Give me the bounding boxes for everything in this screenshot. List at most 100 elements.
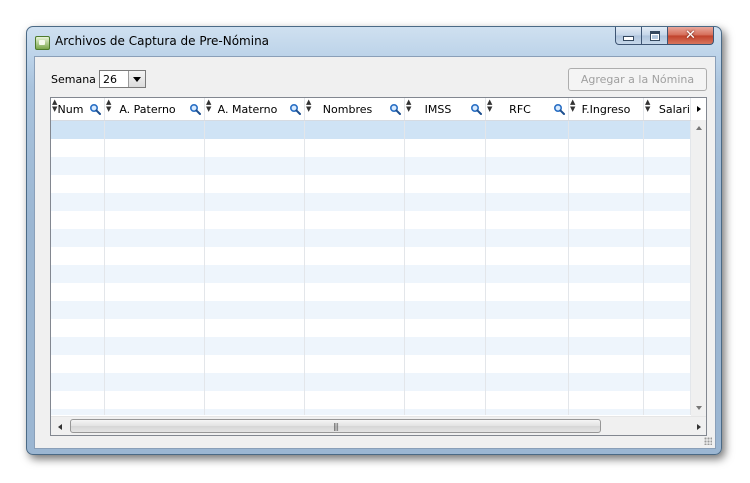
- grid-cell[interactable]: [486, 265, 569, 283]
- empty-row[interactable]: [51, 283, 691, 301]
- data-grid[interactable]: ▲ ▼ Num ▲ ▼ A. Paterno ▲ ▼ A. Materno ▲ ▼ Nombr…: [50, 97, 707, 436]
- grid-cell[interactable]: [205, 337, 305, 355]
- week-select[interactable]: 26: [99, 70, 146, 88]
- grid-cell[interactable]: [569, 139, 644, 157]
- horizontal-scrollbar[interactable]: |||: [51, 416, 706, 435]
- grid-cell[interactable]: [569, 157, 644, 175]
- grid-cell[interactable]: [569, 355, 644, 373]
- empty-row[interactable]: [51, 121, 691, 139]
- grid-cell[interactable]: [51, 157, 105, 175]
- empty-row[interactable]: [51, 157, 691, 175]
- grid-cell[interactable]: [105, 301, 205, 319]
- grid-cell[interactable]: [205, 409, 305, 415]
- grid-cell[interactable]: [486, 373, 569, 391]
- grid-cell[interactable]: [569, 265, 644, 283]
- grid-cell[interactable]: [569, 175, 644, 193]
- week-select-dropdown-button[interactable]: [128, 71, 145, 87]
- grid-cell[interactable]: [305, 283, 405, 301]
- grid-cell[interactable]: [644, 139, 691, 157]
- grid-cell[interactable]: [105, 139, 205, 157]
- column-header[interactable]: ▲ ▼ Num: [51, 98, 105, 120]
- empty-row[interactable]: [51, 409, 691, 415]
- grid-cell[interactable]: [405, 373, 486, 391]
- grid-cell[interactable]: [305, 175, 405, 193]
- grid-cell[interactable]: [569, 193, 644, 211]
- column-header[interactable]: ▲ ▼ Salari: [644, 98, 691, 120]
- close-button[interactable]: ✕: [668, 27, 714, 45]
- grid-cell[interactable]: [105, 265, 205, 283]
- grid-cell[interactable]: [405, 337, 486, 355]
- grid-cell[interactable]: [569, 283, 644, 301]
- grid-cell[interactable]: [51, 337, 105, 355]
- scroll-right-button[interactable]: [690, 417, 706, 435]
- grid-cell[interactable]: [305, 391, 405, 409]
- scroll-left-button[interactable]: [51, 417, 68, 435]
- grid-cell[interactable]: [305, 121, 405, 139]
- grid-cell[interactable]: [305, 355, 405, 373]
- grid-cell[interactable]: [305, 265, 405, 283]
- grid-cell[interactable]: [105, 229, 205, 247]
- grid-cell[interactable]: [644, 283, 691, 301]
- grid-cell[interactable]: [105, 121, 205, 139]
- header-scroll-right-button[interactable]: [691, 98, 706, 120]
- grid-cell[interactable]: [644, 373, 691, 391]
- grid-cell[interactable]: [105, 409, 205, 415]
- vertical-scrollbar[interactable]: [691, 120, 706, 416]
- grid-cell[interactable]: [644, 229, 691, 247]
- grid-cell[interactable]: [205, 301, 305, 319]
- grid-cell[interactable]: [405, 157, 486, 175]
- grid-cell[interactable]: [305, 319, 405, 337]
- empty-row[interactable]: [51, 229, 691, 247]
- empty-row[interactable]: [51, 175, 691, 193]
- column-header[interactable]: ▲ ▼ A. Materno: [205, 98, 305, 120]
- horizontal-scroll-thumb[interactable]: |||: [70, 419, 601, 433]
- grid-cell[interactable]: [569, 337, 644, 355]
- grid-cell[interactable]: [486, 247, 569, 265]
- grid-cell[interactable]: [405, 391, 486, 409]
- grid-cell[interactable]: [405, 283, 486, 301]
- grid-cell[interactable]: [486, 319, 569, 337]
- grid-cell[interactable]: [644, 193, 691, 211]
- empty-row[interactable]: [51, 355, 691, 373]
- grid-cell[interactable]: [51, 355, 105, 373]
- search-icon[interactable]: [89, 103, 101, 115]
- grid-cell[interactable]: [305, 373, 405, 391]
- grid-cell[interactable]: [644, 337, 691, 355]
- search-icon[interactable]: [189, 103, 201, 115]
- grid-cell[interactable]: [405, 301, 486, 319]
- grid-cell[interactable]: [205, 211, 305, 229]
- grid-cell[interactable]: [105, 355, 205, 373]
- resize-grip-icon[interactable]: [704, 437, 712, 445]
- grid-cell[interactable]: [486, 391, 569, 409]
- search-icon[interactable]: [389, 103, 401, 115]
- grid-cell[interactable]: [305, 157, 405, 175]
- grid-cell[interactable]: [405, 139, 486, 157]
- grid-cell[interactable]: [486, 139, 569, 157]
- grid-cell[interactable]: [644, 391, 691, 409]
- grid-cell[interactable]: [51, 247, 105, 265]
- grid-cell[interactable]: [486, 337, 569, 355]
- grid-cell[interactable]: [51, 211, 105, 229]
- empty-row[interactable]: [51, 193, 691, 211]
- grid-cell[interactable]: [205, 175, 305, 193]
- grid-cell[interactable]: [569, 373, 644, 391]
- grid-cell[interactable]: [305, 211, 405, 229]
- column-header[interactable]: ▲ ▼ Nombres: [305, 98, 405, 120]
- grid-cell[interactable]: [569, 301, 644, 319]
- grid-cell[interactable]: [105, 211, 205, 229]
- grid-cell[interactable]: [486, 121, 569, 139]
- grid-cell[interactable]: [51, 391, 105, 409]
- grid-cell[interactable]: [569, 121, 644, 139]
- grid-cell[interactable]: [305, 247, 405, 265]
- grid-cell[interactable]: [105, 157, 205, 175]
- grid-cell[interactable]: [644, 121, 691, 139]
- search-icon[interactable]: [553, 103, 565, 115]
- empty-row[interactable]: [51, 373, 691, 391]
- add-to-payroll-button[interactable]: Agregar a la Nómina: [568, 68, 707, 91]
- grid-cell[interactable]: [486, 409, 569, 415]
- grid-cell[interactable]: [644, 247, 691, 265]
- grid-cell[interactable]: [486, 157, 569, 175]
- grid-cell[interactable]: [51, 319, 105, 337]
- grid-cell[interactable]: [569, 229, 644, 247]
- grid-cell[interactable]: [105, 247, 205, 265]
